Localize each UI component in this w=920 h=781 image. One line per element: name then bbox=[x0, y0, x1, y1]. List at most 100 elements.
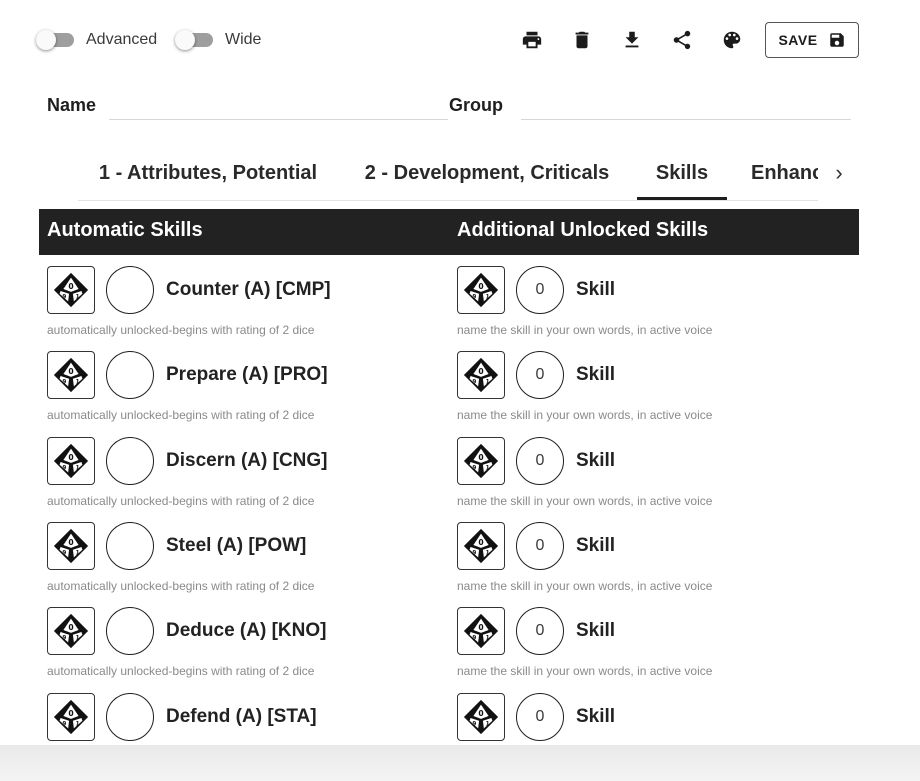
automatic-skills-title: Automatic Skills bbox=[47, 219, 203, 241]
d10-dice-icon: 0 9 1 bbox=[463, 528, 499, 564]
skill-rating-circle[interactable]: 0 bbox=[516, 437, 564, 485]
skill-rating-circle[interactable]: 0 bbox=[516, 522, 564, 570]
top-toolbar: Advanced Wide SAVE bbox=[0, 0, 920, 80]
skill-rating-circle[interactable] bbox=[106, 351, 154, 399]
skill-hint: name the skill in your own words, in act… bbox=[457, 494, 713, 508]
skill-hint: automatically unlocked-begins with ratin… bbox=[47, 494, 315, 508]
skill-rating-circle[interactable]: 0 bbox=[516, 607, 564, 655]
tab-scroll-right-icon[interactable]: › bbox=[826, 160, 852, 186]
additional-skill-row: 0 9 1 0 Skill bbox=[457, 693, 857, 743]
download-icon bbox=[625, 31, 639, 48]
d10-dice-icon: 0 9 1 bbox=[463, 443, 499, 479]
roll-dice-button[interactable]: 0 9 1 bbox=[457, 522, 505, 570]
skill-hint: name the skill in your own words, in act… bbox=[457, 408, 713, 422]
delete-button[interactable] bbox=[568, 26, 596, 54]
svg-text:1: 1 bbox=[76, 295, 80, 301]
skill-rating-circle[interactable]: 0 bbox=[516, 351, 564, 399]
svg-text:1: 1 bbox=[486, 295, 490, 301]
skill-name: Skill bbox=[576, 450, 616, 471]
skill-hint: automatically unlocked-begins with ratin… bbox=[47, 664, 315, 678]
roll-dice-button[interactable]: 0 9 1 bbox=[47, 351, 95, 399]
roll-dice-button[interactable]: 0 9 1 bbox=[47, 437, 95, 485]
svg-text:1: 1 bbox=[76, 466, 80, 472]
roll-dice-button[interactable]: 0 9 1 bbox=[457, 351, 505, 399]
additional-skill-row: 0 9 1 0 Skill name the skill in your own… bbox=[457, 351, 857, 422]
svg-text:9: 9 bbox=[472, 636, 476, 642]
skill-rating-circle[interactable] bbox=[106, 266, 154, 314]
share-button[interactable] bbox=[668, 26, 696, 54]
palette-icon bbox=[723, 31, 741, 49]
additional-skill-row: 0 9 1 0 Skill name the skill in your own… bbox=[457, 437, 857, 508]
skill-name: Skill bbox=[576, 620, 616, 641]
svg-text:9: 9 bbox=[62, 551, 66, 557]
roll-dice-button[interactable]: 0 9 1 bbox=[47, 266, 95, 314]
svg-text:0: 0 bbox=[478, 453, 483, 462]
roll-dice-button[interactable]: 0 9 1 bbox=[457, 693, 505, 741]
trash-icon bbox=[575, 31, 589, 49]
svg-text:1: 1 bbox=[76, 722, 80, 728]
skill-hint: name the skill in your own words, in act… bbox=[457, 579, 713, 593]
roll-dice-button[interactable]: 0 9 1 bbox=[457, 607, 505, 655]
svg-text:0: 0 bbox=[478, 538, 483, 547]
wide-toggle-track[interactable] bbox=[175, 30, 213, 50]
print-button[interactable] bbox=[518, 26, 546, 54]
group-input[interactable] bbox=[521, 92, 851, 120]
floppy-disk-icon bbox=[829, 33, 844, 47]
svg-text:1: 1 bbox=[76, 551, 80, 557]
skill-name: Defend (A) [STA] bbox=[166, 706, 317, 727]
svg-text:0: 0 bbox=[478, 623, 483, 632]
skill-name: Prepare (A) [PRO] bbox=[166, 364, 328, 385]
automatic-skill-row: 0 9 1 Deduce (A) [KNO] automatically unl… bbox=[47, 607, 447, 678]
svg-text:9: 9 bbox=[472, 722, 476, 728]
skill-rating-circle[interactable]: 0 bbox=[516, 693, 564, 741]
skill-rating-circle[interactable]: 0 bbox=[516, 266, 564, 314]
group-label: Group bbox=[449, 95, 503, 115]
wide-toggle-label: Wide bbox=[225, 31, 262, 48]
tab-attributes-potential[interactable]: 1 - Attributes, Potential bbox=[78, 146, 338, 200]
roll-dice-button[interactable]: 0 9 1 bbox=[47, 693, 95, 741]
roll-dice-button[interactable]: 0 9 1 bbox=[47, 522, 95, 570]
tab-skills[interactable]: Skills bbox=[637, 146, 727, 200]
advanced-toggle-knob[interactable] bbox=[36, 30, 56, 50]
svg-text:1: 1 bbox=[76, 636, 80, 642]
svg-text:1: 1 bbox=[486, 466, 490, 472]
automatic-skill-row: 0 9 1 Discern (A) [CNG] automatically un… bbox=[47, 437, 447, 508]
skill-hint: automatically unlocked-begins with ratin… bbox=[47, 408, 315, 422]
additional-skills-title: Additional Unlocked Skills bbox=[457, 219, 709, 241]
skill-rating-circle[interactable] bbox=[106, 693, 154, 741]
tab-bar: 1 - Attributes, Potential 2 - Developmen… bbox=[78, 146, 818, 201]
tab-enhancements[interactable]: Enhanc bbox=[734, 146, 818, 200]
automatic-skill-row: 0 9 1 Prepare (A) [PRO] automatically un… bbox=[47, 351, 447, 422]
advanced-toggle-label: Advanced bbox=[86, 31, 158, 48]
advanced-toggle[interactable]: Advanced bbox=[36, 30, 158, 50]
svg-text:9: 9 bbox=[472, 466, 476, 472]
wide-toggle[interactable]: Wide bbox=[175, 30, 262, 50]
svg-text:0: 0 bbox=[68, 623, 73, 632]
skill-rating-circle[interactable] bbox=[106, 522, 154, 570]
svg-text:1: 1 bbox=[76, 380, 80, 386]
palette-button[interactable] bbox=[718, 26, 746, 54]
svg-text:0: 0 bbox=[68, 453, 73, 462]
advanced-toggle-track[interactable] bbox=[36, 30, 74, 50]
svg-text:1: 1 bbox=[486, 722, 490, 728]
wide-toggle-knob[interactable] bbox=[175, 30, 195, 50]
svg-text:9: 9 bbox=[62, 466, 66, 472]
roll-dice-button[interactable]: 0 9 1 bbox=[457, 437, 505, 485]
d10-dice-icon: 0 9 1 bbox=[463, 272, 499, 308]
print-icon bbox=[522, 31, 542, 49]
tab-development-criticals[interactable]: 2 - Development, Criticals bbox=[340, 146, 634, 200]
svg-text:0: 0 bbox=[478, 282, 483, 291]
d10-dice-icon: 0 9 1 bbox=[463, 699, 499, 735]
skill-rating-circle[interactable] bbox=[106, 607, 154, 655]
d10-dice-icon: 0 9 1 bbox=[463, 613, 499, 649]
automatic-skill-row: 0 9 1 Steel (A) [POW] automatically unlo… bbox=[47, 522, 447, 593]
roll-dice-button[interactable]: 0 9 1 bbox=[457, 266, 505, 314]
roll-dice-button[interactable]: 0 9 1 bbox=[47, 607, 95, 655]
skill-rating-circle[interactable] bbox=[106, 437, 154, 485]
name-input[interactable] bbox=[109, 92, 448, 120]
svg-text:0: 0 bbox=[68, 538, 73, 547]
skill-name: Discern (A) [CNG] bbox=[166, 450, 328, 471]
save-button[interactable]: SAVE bbox=[765, 22, 859, 58]
download-button[interactable] bbox=[618, 26, 646, 54]
svg-text:0: 0 bbox=[478, 367, 483, 376]
